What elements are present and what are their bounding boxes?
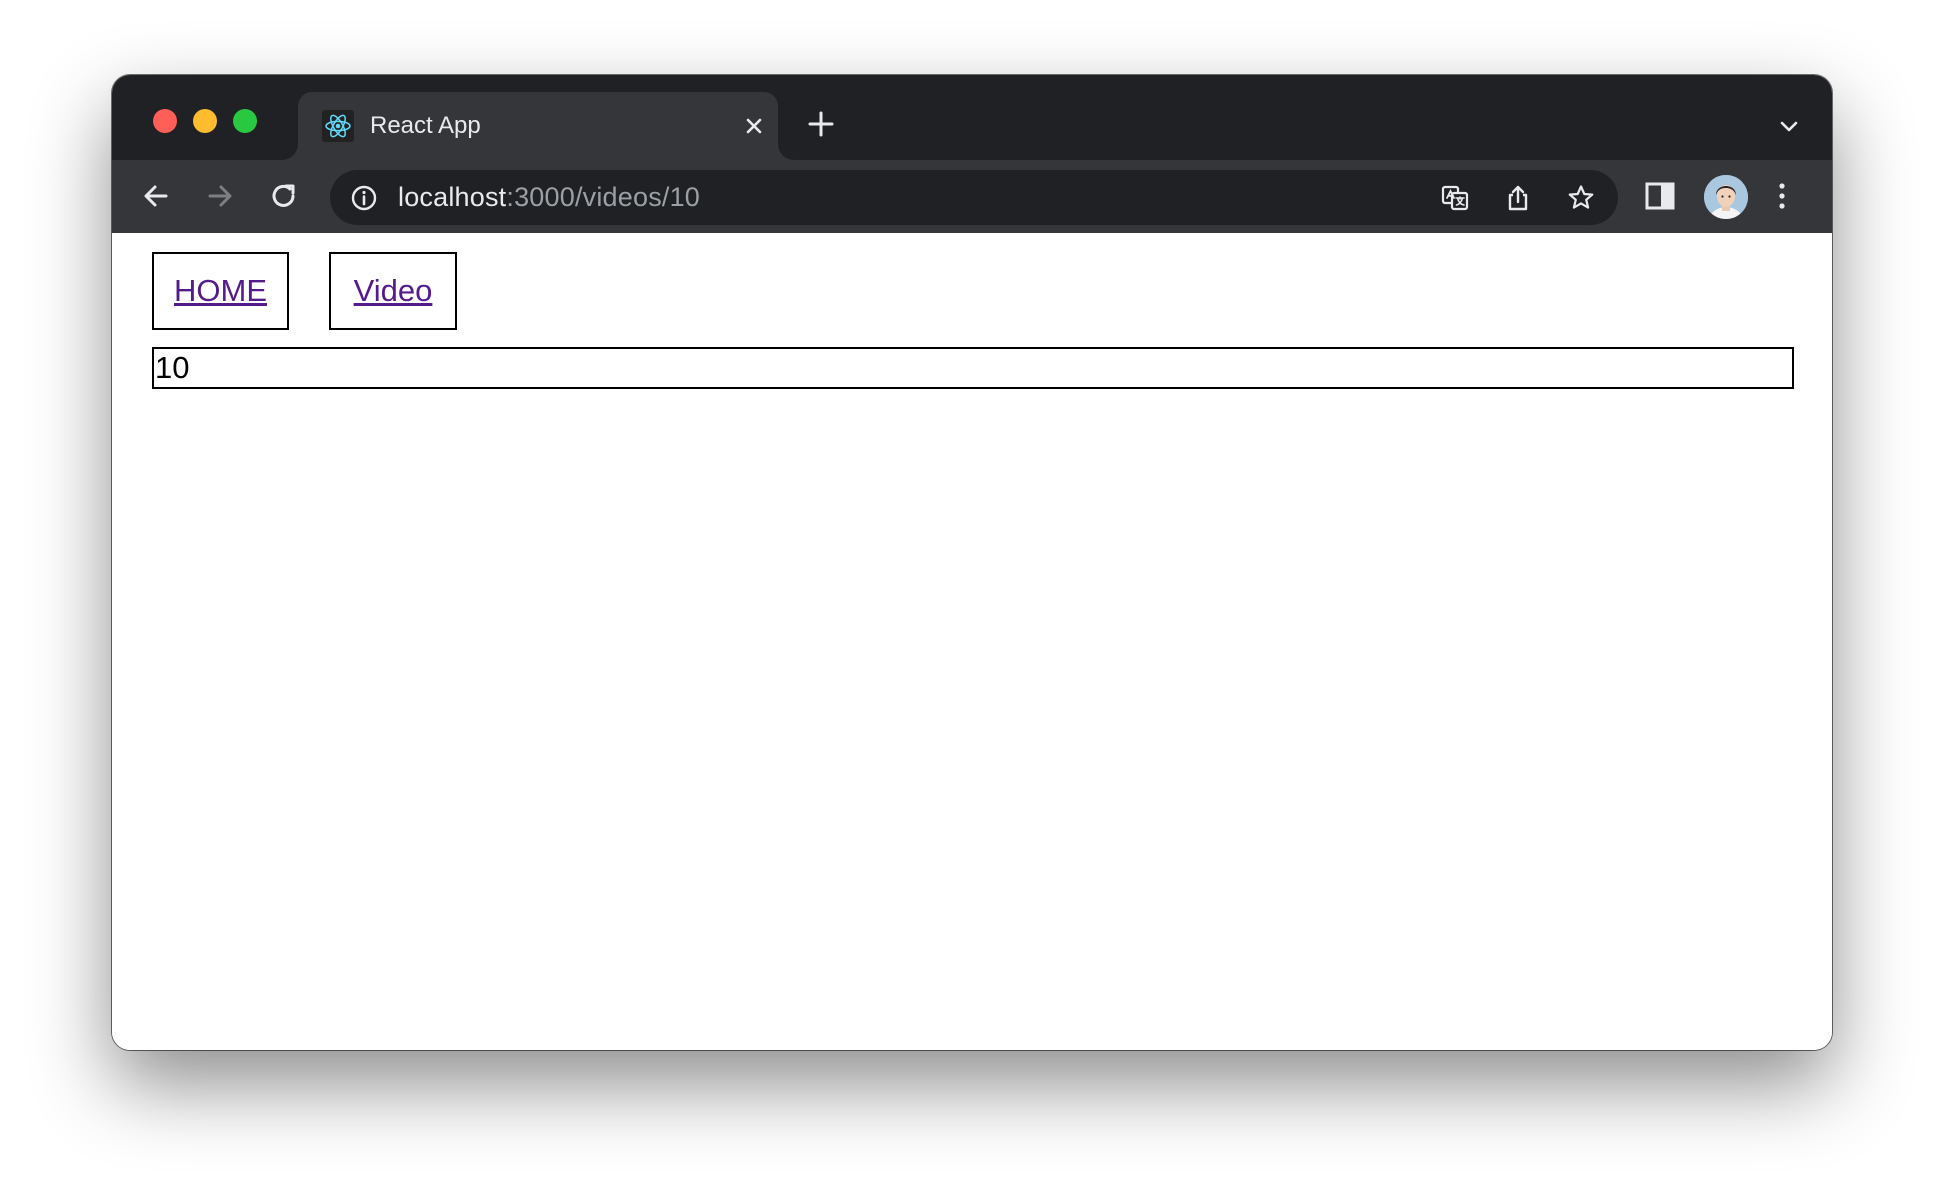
new-tab-icon[interactable]	[806, 109, 836, 139]
site-info-icon[interactable]	[350, 184, 378, 212]
url-host: localhost	[398, 182, 507, 212]
bookmark-star-icon[interactable]	[1566, 183, 1596, 213]
profile-avatar-image	[1704, 175, 1748, 219]
tab-title: React App	[370, 112, 481, 139]
url-path: :3000/videos/10	[506, 182, 701, 212]
browser-toolbar: localhost:3000/videos/10	[112, 160, 1832, 233]
video-id-display: 10	[152, 347, 1794, 389]
tab-search-chevron-icon[interactable]	[1778, 115, 1800, 137]
more-options-icon[interactable]	[1764, 178, 1800, 214]
side-panel-icon[interactable]	[1642, 178, 1678, 214]
close-tab-icon[interactable]	[740, 112, 768, 140]
back-arrow-icon[interactable]	[138, 178, 174, 214]
home-link[interactable]: HOME	[152, 252, 289, 330]
minimize-window-button[interactable]	[193, 109, 217, 133]
desktop: React App localhost:3000/videos/10 HOME …	[0, 0, 1944, 1198]
address-bar[interactable]: localhost:3000/videos/10	[330, 170, 1618, 225]
url-text[interactable]: localhost:3000/videos/10	[398, 182, 700, 213]
close-window-button[interactable]	[153, 109, 177, 133]
translate-icon[interactable]	[1440, 183, 1470, 213]
profile-avatar[interactable]	[1704, 175, 1748, 219]
maximize-window-button[interactable]	[233, 109, 257, 133]
tab-strip: React App	[112, 75, 1832, 160]
browser-window: React App localhost:3000/videos/10 HOME …	[112, 75, 1832, 1050]
page-content: HOME Video 10	[112, 233, 1832, 1050]
react-logo-icon	[322, 110, 354, 142]
share-icon[interactable]	[1503, 183, 1533, 213]
tab-react-app[interactable]: React App	[298, 92, 778, 160]
forward-arrow-icon[interactable]	[202, 178, 238, 214]
video-link[interactable]: Video	[329, 252, 457, 330]
reload-icon[interactable]	[266, 178, 302, 214]
